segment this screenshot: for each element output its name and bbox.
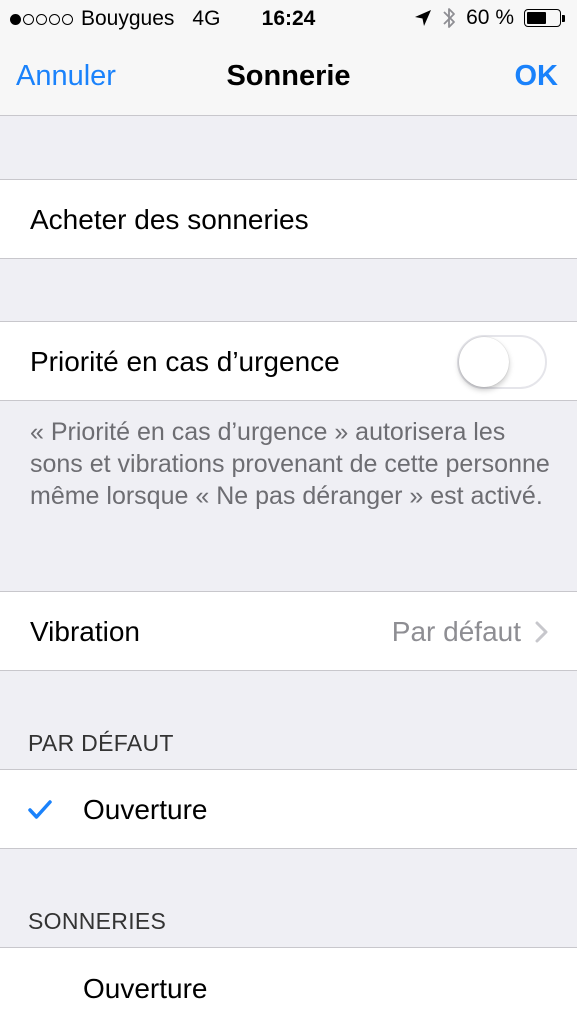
navigation-bar: Annuler Sonnerie OK (0, 38, 577, 116)
buy-ringtones-cell[interactable]: Acheter des sonneries (0, 179, 577, 259)
bluetooth-icon (443, 8, 456, 28)
chevron-right-icon (535, 621, 548, 643)
list-item-label: Ouverture (83, 973, 208, 1004)
emergency-bypass-toggle[interactable] (457, 335, 547, 389)
ringtones-section-header: SONNERIES (28, 908, 167, 934)
vibration-cell[interactable]: Vibration Par défaut (0, 591, 577, 671)
emergency-bypass-cell: Priorité en cas d’urgence (0, 321, 577, 401)
status-bar: Bouygues 4G 16:24 60 % (0, 0, 577, 38)
cancel-button[interactable]: Annuler (16, 60, 116, 93)
toggle-knob (459, 337, 509, 387)
list-item-label: Ouverture (83, 794, 208, 825)
emergency-bypass-footer: « Priorité en cas d’urgence » autorisera… (30, 418, 550, 510)
buy-ringtones-label: Acheter des sonneries (30, 204, 309, 235)
checkmark-icon (28, 800, 52, 819)
default-section-header: PAR DÉFAUT (28, 730, 174, 756)
ringtone-screen: Bouygues 4G 16:24 60 % Annuler Sonnerie … (0, 0, 577, 1024)
vibration-value-wrap: Par défaut (392, 616, 549, 648)
status-right: 60 % (414, 6, 565, 30)
list-item-default-ouverture[interactable]: Ouverture (0, 769, 577, 849)
emergency-bypass-label: Priorité en cas d’urgence (30, 346, 340, 377)
ok-button[interactable]: OK (515, 60, 559, 93)
list-item-ringtone-ouverture[interactable]: Ouverture (0, 947, 577, 1024)
vibration-value: Par défaut (391, 616, 521, 647)
battery-icon (524, 9, 565, 27)
location-icon (415, 10, 432, 26)
vibration-label: Vibration (30, 616, 141, 647)
battery-percent: 60 % (466, 6, 514, 29)
battery-level (527, 12, 546, 24)
